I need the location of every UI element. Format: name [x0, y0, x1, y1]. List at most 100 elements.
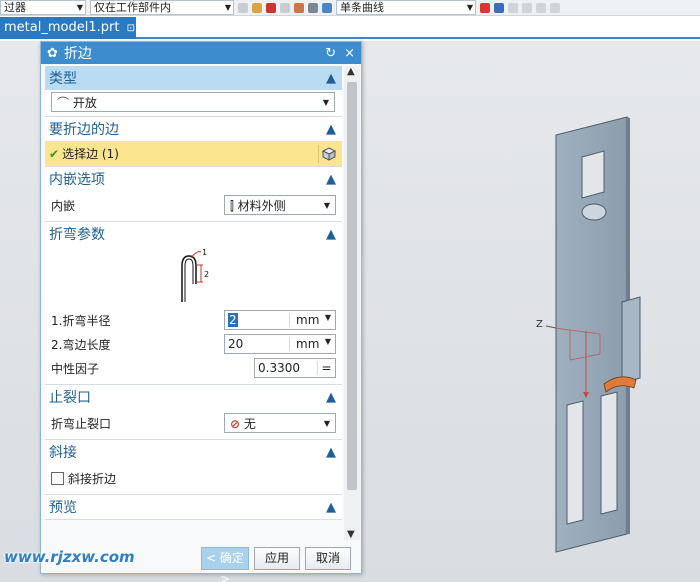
flange-length-value[interactable]: 20: [225, 337, 289, 351]
tab-file[interactable]: metal_model1.prt ⊡ ×: [0, 17, 149, 39]
snap-arc-icon[interactable]: [550, 2, 560, 13]
none-icon: ⊘: [230, 416, 241, 431]
reset-icon[interactable]: ↻: [325, 46, 336, 61]
axis-z-label: Z: [536, 319, 543, 330]
cube-icon[interactable]: [318, 144, 338, 163]
bend-radius-field[interactable]: 2 mm ▼: [224, 310, 336, 330]
collapse-icon[interactable]: ▲: [326, 122, 336, 137]
section-header-edge[interactable]: 要折边的边 ▲: [45, 117, 342, 141]
dots-icon[interactable]: [308, 2, 318, 13]
collapse-icon[interactable]: ▲: [326, 500, 336, 515]
bend-diagram: 1 2: [51, 248, 336, 308]
inset-label: 内嵌: [51, 198, 76, 213]
section-relief: 止裂口 ▲ 折弯止裂口 ⊘ 无 ▼: [45, 385, 342, 440]
book-icon[interactable]: [322, 2, 332, 13]
pin-icon[interactable]: ⊡: [127, 23, 135, 34]
close-tab-icon[interactable]: ×: [141, 23, 149, 34]
section-header-inset[interactable]: 内嵌选项 ▲: [45, 167, 342, 191]
type-dropdown[interactable]: ⌒ 开放 ▼: [51, 92, 335, 112]
diagram-label-1: 1: [202, 248, 207, 257]
flag-icon[interactable]: [494, 2, 504, 13]
section-header-miter[interactable]: 斜接 ▲: [45, 440, 342, 464]
scroll-down-icon[interactable]: ▼: [347, 529, 355, 540]
material-outside-icon: ⫿: [230, 198, 234, 213]
section-title: 类型: [49, 71, 77, 87]
section-preview: 预览 ▲: [45, 495, 342, 520]
formula-button[interactable]: =: [317, 361, 335, 375]
curve-rule-value: 单条曲线: [340, 1, 384, 14]
cancel-button[interactable]: 取消: [305, 546, 351, 570]
section-header-type[interactable]: 类型 ▲: [45, 66, 342, 90]
section-title: 内嵌选项: [49, 172, 105, 188]
inset-dropdown[interactable]: ⫿ 材料外侧 ▼: [224, 195, 336, 215]
section-inset: 内嵌选项 ▲ 内嵌 ⫿ 材料外侧 ▼: [45, 167, 342, 222]
filter-select[interactable]: 过器 ▼: [0, 0, 86, 15]
tab-strip: metal_model1.prt ⊡ ×: [0, 17, 700, 39]
section-type: 类型 ▲ ⌒ 开放 ▼: [45, 66, 342, 117]
chevron-down-icon: ▼: [466, 3, 473, 12]
section-header-relief[interactable]: 止裂口 ▲: [45, 385, 342, 409]
snap-mid-icon[interactable]: [522, 2, 532, 13]
k-factor-value[interactable]: 0.3300: [255, 361, 317, 375]
point-icon[interactable]: [252, 2, 262, 13]
snap-icon[interactable]: [238, 2, 248, 13]
chevron-down-icon: ▼: [224, 3, 231, 12]
bend-relief-label: 折弯止裂口: [51, 416, 112, 431]
section-title: 折弯参数: [49, 227, 105, 243]
dialog-scrollbar[interactable]: ▲ ▼: [344, 66, 360, 540]
plus-icon[interactable]: [266, 2, 276, 13]
select-tool-icon[interactable]: [294, 2, 304, 13]
close-icon[interactable]: ×: [344, 46, 355, 61]
intersect-icon[interactable]: [480, 2, 490, 13]
curve-rule-select[interactable]: 单条曲线 ▼: [336, 0, 476, 15]
collapse-icon[interactable]: ▲: [326, 445, 336, 460]
chevron-down-icon: ▼: [323, 418, 330, 428]
k-factor-field[interactable]: 0.3300 =: [254, 358, 336, 378]
dialog-titlebar[interactable]: ✿ 折边 ↻ ×: [41, 42, 361, 64]
collapse-icon[interactable]: ▲: [326, 172, 336, 187]
select-edge-label: 选择边 (1): [62, 147, 119, 161]
section-title: 止裂口: [49, 390, 91, 406]
dialog-title: 折边: [63, 46, 92, 62]
bend-relief-value: 无: [243, 416, 256, 431]
bend-radius-label: 1.折弯半径: [51, 313, 111, 328]
tab-label: metal_model1.prt: [4, 20, 120, 35]
scope-select[interactable]: 仅在工作部件内 ▼: [90, 0, 234, 15]
section-edge: 要折边的边 ▲ ✔ 选择边 (1): [45, 117, 342, 167]
miter-checkbox-label: 斜接折边: [68, 471, 117, 486]
snap-line-icon[interactable]: [536, 2, 546, 13]
section-title: 预览: [49, 500, 77, 516]
apply-button[interactable]: 应用: [254, 546, 300, 570]
marker-icon[interactable]: [280, 2, 290, 13]
scroll-up-icon[interactable]: ▲: [347, 66, 355, 77]
flange-dialog: ✿ 折边 ↻ × 类型 ▲ ⌒ 开放 ▼ 要折边的边 ▲ ✔ 选择边 (1) 内…: [40, 41, 362, 582]
section-title: 斜接: [49, 445, 77, 461]
ok-button[interactable]: < 确定 >: [201, 546, 249, 582]
collapse-icon[interactable]: ▲: [326, 227, 336, 242]
dialog-content: 类型 ▲ ⌒ 开放 ▼ 要折边的边 ▲ ✔ 选择边 (1) 内嵌选项 ▲ 内嵌 …: [45, 66, 342, 540]
snap-end-icon[interactable]: [508, 2, 518, 13]
scroll-thumb[interactable]: [347, 82, 357, 490]
miter-checkbox[interactable]: [51, 471, 64, 485]
chevron-down-icon: ▼: [324, 337, 331, 346]
collapse-icon[interactable]: ▲: [326, 390, 336, 405]
section-header-preview[interactable]: 预览 ▲: [45, 495, 342, 519]
type-dropdown-value: 开放: [72, 95, 97, 110]
bend-radius-value[interactable]: 2: [225, 313, 289, 327]
bend-relief-dropdown[interactable]: ⊘ 无 ▼: [224, 413, 336, 433]
bend-radius-unit[interactable]: mm ▼: [289, 313, 335, 327]
flange-length-field[interactable]: 20 mm ▼: [224, 334, 336, 354]
select-edge-row[interactable]: ✔ 选择边 (1): [45, 141, 342, 166]
flange-length-label: 2.弯边长度: [51, 337, 111, 352]
chevron-down-icon: ▼: [76, 3, 83, 12]
section-bend: 折弯参数 ▲ 1 2 1.折弯半径 2 mm ▼ 2.弯边长度 20 mm ▼ …: [45, 222, 342, 385]
check-icon: ✔: [49, 147, 60, 161]
inset-dropdown-value: 材料外侧: [237, 198, 286, 213]
watermark-text: www.rjzxw.com: [4, 548, 135, 566]
section-header-bend[interactable]: 折弯参数 ▲: [45, 222, 342, 246]
chevron-down-icon: ▼: [324, 313, 331, 322]
chevron-down-icon: ▼: [322, 97, 329, 107]
flange-length-unit[interactable]: mm ▼: [289, 337, 335, 351]
gear-icon[interactable]: ✿: [47, 46, 58, 61]
collapse-icon[interactable]: ▲: [326, 71, 336, 86]
